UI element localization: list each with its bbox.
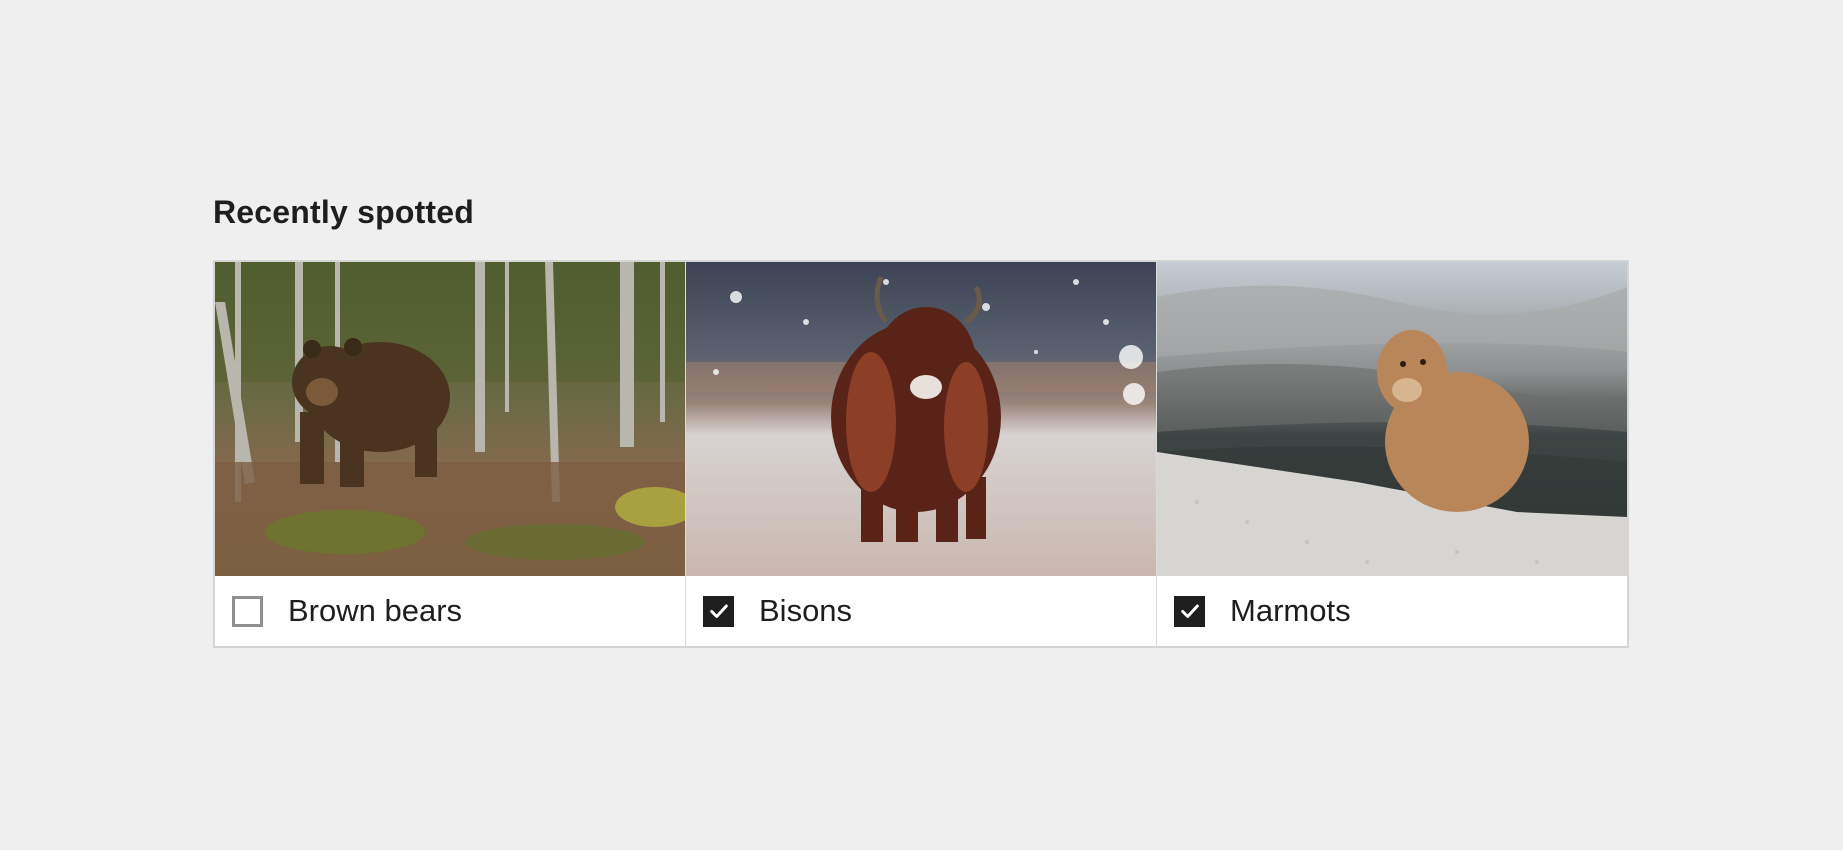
gallery-item-marmots[interactable]: Marmots <box>1156 262 1627 646</box>
brown-bears-label: Brown bears <box>288 593 463 628</box>
bisons-label: Bisons <box>759 593 853 628</box>
animal-gallery: Brown bears Bisons Marmots <box>213 260 1629 648</box>
section-title: Recently spotted <box>213 194 475 230</box>
gallery-item-bisons[interactable]: Bisons <box>685 262 1156 646</box>
bison-photo[interactable] <box>686 262 1156 576</box>
marmots-caption[interactable]: Marmots <box>1157 576 1627 646</box>
checkmark-icon <box>1180 604 1199 618</box>
brown-bear-photo[interactable] <box>215 262 685 576</box>
checkmark-icon <box>709 604 728 618</box>
bisons-checkbox[interactable] <box>703 595 734 627</box>
marmots-label: Marmots <box>1230 593 1351 628</box>
brown-bears-checkbox[interactable] <box>232 595 263 627</box>
brown-bears-caption[interactable]: Brown bears <box>215 576 685 646</box>
bisons-caption[interactable]: Bisons <box>686 576 1156 646</box>
marmots-checkbox[interactable] <box>1174 595 1205 627</box>
gallery-item-brown-bears[interactable]: Brown bears <box>215 262 685 646</box>
marmot-photo[interactable] <box>1157 262 1627 576</box>
